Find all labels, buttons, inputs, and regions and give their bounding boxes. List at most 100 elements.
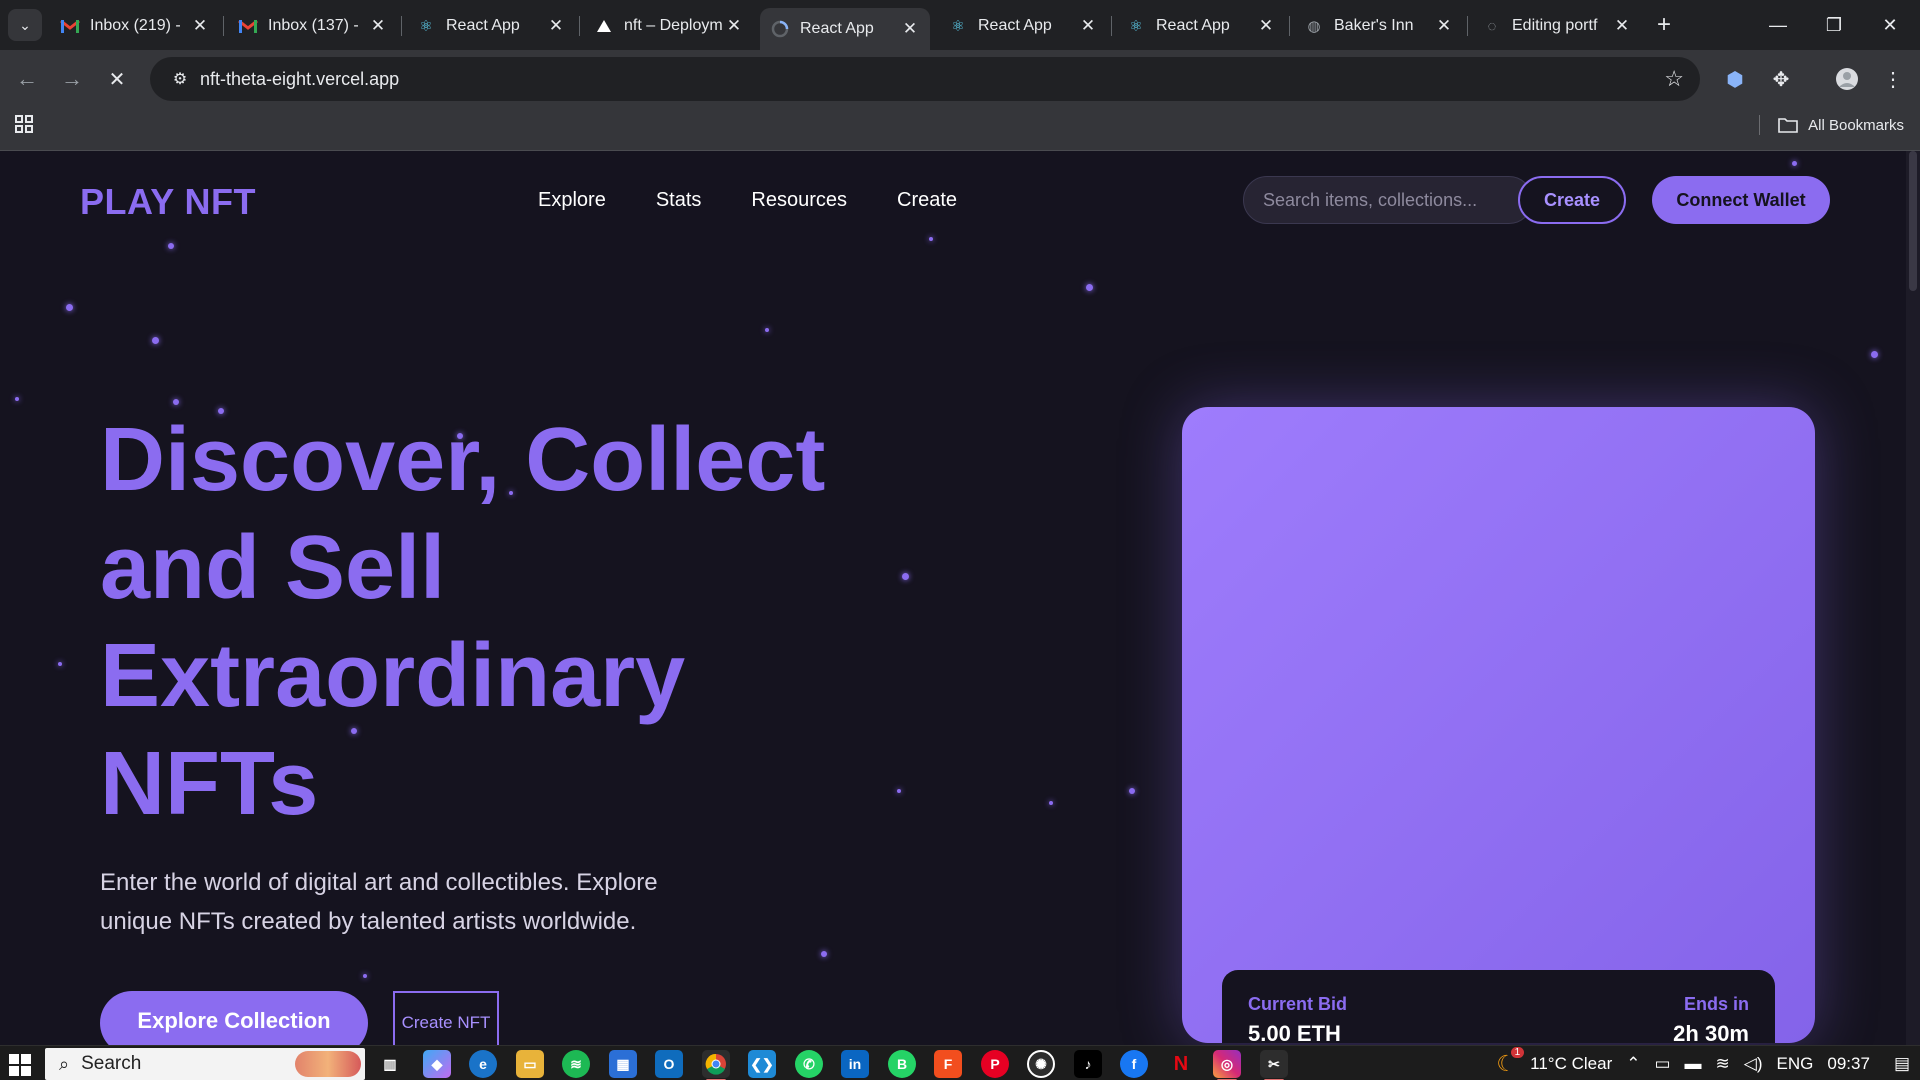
netflix-icon[interactable]: N (1167, 1050, 1195, 1078)
tab-title: Inbox (137) - (268, 17, 359, 34)
copilot-icon[interactable]: ◆ (423, 1050, 451, 1078)
restore-button[interactable]: ❐ (1814, 10, 1854, 40)
address-bar[interactable]: ⚙ nft-theta-eight.vercel.app ☆ (150, 57, 1700, 101)
ends-in-value: 2h 30m (1673, 1021, 1749, 1043)
tab-react-app-3[interactable]: ⚛ React App ✕ (1116, 8, 1286, 44)
windows-taskbar: ⌕ Search ▥ ◆ e ▭ ≋ ▦ O ❮❯ ✆ in B F P ✺ ♪… (0, 1045, 1920, 1080)
clock[interactable]: 09:37 (1827, 1054, 1870, 1074)
tab-gmail-2[interactable]: Inbox (137) - ✕ (228, 8, 398, 44)
back-button[interactable]: ← (10, 62, 44, 96)
spotify-icon[interactable]: ≋ (562, 1050, 590, 1078)
tab-react-app-active[interactable]: React App ✕ (760, 8, 930, 50)
microsoft-store-icon[interactable]: ▦ (609, 1050, 637, 1078)
close-icon[interactable]: ✕ (1434, 16, 1454, 36)
tab-react-app-1[interactable]: ⚛ React App ✕ (406, 8, 576, 44)
page-scrollbar[interactable] (1906, 151, 1920, 1045)
nav-create[interactable]: Create (897, 189, 957, 212)
tab-gmail-1[interactable]: Inbox (219) - ✕ (50, 8, 220, 44)
globe-icon: ◍ (1307, 18, 1321, 35)
stop-loading-button[interactable]: ✕ (100, 62, 134, 96)
pinterest-icon[interactable]: P (981, 1050, 1009, 1078)
weather-badge: 1 (1510, 1046, 1525, 1058)
close-icon[interactable]: ✕ (1612, 16, 1632, 36)
vercel-icon (594, 16, 614, 36)
connect-wallet-button[interactable]: Connect Wallet (1652, 176, 1830, 224)
gmail-icon (238, 16, 258, 36)
gmail-icon (60, 16, 80, 36)
tab-bakers-inn[interactable]: ◍ Baker's Inn ✕ (1294, 8, 1464, 44)
capcut-icon[interactable]: ✂ (1260, 1050, 1288, 1080)
nav-stats[interactable]: Stats (656, 189, 702, 212)
wifi-icon[interactable]: ≋ (1716, 1054, 1730, 1074)
file-explorer-icon[interactable]: ▭ (516, 1050, 544, 1078)
tab-title: Inbox (219) - (90, 17, 181, 34)
search-highlight-art (295, 1051, 361, 1077)
whatsapp-business-icon[interactable]: B (888, 1050, 916, 1078)
whatsapp-icon[interactable]: ✆ (795, 1050, 823, 1078)
bookmarks-bar (0, 108, 1920, 151)
close-icon[interactable]: ✕ (724, 16, 744, 36)
tab-vercel-deployments[interactable]: nft – Deploym ✕ (584, 8, 754, 44)
taskbar-search-box[interactable]: ⌕ Search (45, 1048, 365, 1080)
browser-menu-icon[interactable]: ⋮ (1878, 64, 1908, 94)
linkedin-icon[interactable]: in (841, 1050, 869, 1078)
hero-title: Discover, Collect and Sell Extraordinary… (100, 410, 826, 834)
task-view-icon[interactable]: ▥ (376, 1050, 404, 1078)
instagram-icon[interactable]: ◎ (1213, 1050, 1241, 1080)
extension-drop-icon[interactable]: ⬢ (1720, 64, 1750, 94)
tab-editing-portfolio[interactable]: ◌ Editing portf ✕ (1472, 8, 1642, 44)
bookmark-star-icon[interactable]: ☆ (1664, 66, 1684, 92)
language-indicator[interactable]: ENG (1777, 1054, 1814, 1074)
explore-collection-button[interactable]: Explore Collection (100, 991, 368, 1045)
close-window-button[interactable]: ✕ (1870, 10, 1910, 40)
create-button[interactable]: Create (1518, 176, 1626, 224)
tab-react-app-2[interactable]: ⚛ React App ✕ (938, 8, 1108, 44)
create-nft-button[interactable]: Create NFT (393, 991, 499, 1045)
nav-resources[interactable]: Resources (751, 189, 847, 212)
close-icon[interactable]: ✕ (368, 16, 388, 36)
notifications-icon[interactable]: ▤ (1894, 1054, 1910, 1074)
weather-text[interactable]: 11°C Clear (1530, 1054, 1612, 1074)
figma-icon[interactable]: F (934, 1050, 962, 1078)
close-icon[interactable]: ✕ (190, 16, 210, 36)
volume-icon[interactable]: ◁) (1744, 1054, 1763, 1074)
close-icon[interactable]: ✕ (1256, 16, 1276, 36)
close-icon[interactable]: ✕ (546, 16, 566, 36)
nav-explore[interactable]: Explore (538, 189, 606, 212)
outlook-icon[interactable]: O (655, 1050, 683, 1078)
new-tab-button[interactable]: + (1650, 11, 1678, 39)
scrollbar-thumb[interactable] (1909, 151, 1917, 291)
ends-in-label: Ends in (1683, 994, 1749, 1014)
tiktok-icon[interactable]: ♪ (1074, 1050, 1102, 1078)
camera-icon[interactable]: ▭ (1654, 1054, 1670, 1074)
close-icon[interactable]: ✕ (1078, 16, 1098, 36)
site-info-icon[interactable]: ⚙ (160, 69, 200, 89)
tab-title: React App (800, 20, 874, 37)
apps-grid-icon[interactable] (14, 114, 34, 139)
github-icon: ◌ (1487, 17, 1497, 35)
facebook-icon[interactable]: f (1120, 1050, 1148, 1078)
vscode-icon[interactable]: ❮❯ (748, 1050, 776, 1078)
extensions-puzzle-icon[interactable]: ✥ (1766, 64, 1796, 94)
featured-nft-card[interactable]: Current Bid 5.00 ETH Ends in 2h 30m (1182, 407, 1815, 1043)
tab-search-button[interactable]: ⌄ (8, 9, 42, 41)
forward-button[interactable]: → (55, 62, 89, 96)
chrome-icon[interactable] (702, 1050, 730, 1080)
search-input[interactable] (1243, 176, 1533, 224)
weather-icon[interactable]: ☾ 1 (1496, 1046, 1525, 1077)
minimize-button[interactable]: — (1758, 10, 1798, 40)
site-logo[interactable]: PLAY NFT (80, 181, 256, 223)
tab-title: React App (446, 17, 520, 34)
profile-avatar[interactable] (1832, 64, 1862, 94)
all-bookmarks-button[interactable]: All Bookmarks (1759, 115, 1904, 135)
system-tray: ☾ 1 11°C Clear ⌃ ▭ ▬ ≋ ◁) ENG 09:37 ▤ (1496, 1046, 1910, 1080)
react-icon: ⚛ (951, 18, 965, 35)
close-icon[interactable]: ✕ (900, 19, 920, 39)
chatgpt-icon[interactable]: ✺ (1027, 1050, 1055, 1078)
battery-icon[interactable]: ▬ (1685, 1054, 1702, 1074)
bid-info-panel: Current Bid 5.00 ETH Ends in 2h 30m (1222, 970, 1775, 1043)
chevron-up-icon[interactable]: ⌃ (1626, 1054, 1640, 1074)
all-bookmarks-label: All Bookmarks (1808, 116, 1904, 134)
windows-start-icon[interactable] (8, 1053, 32, 1077)
edge-icon[interactable]: e (469, 1050, 497, 1078)
